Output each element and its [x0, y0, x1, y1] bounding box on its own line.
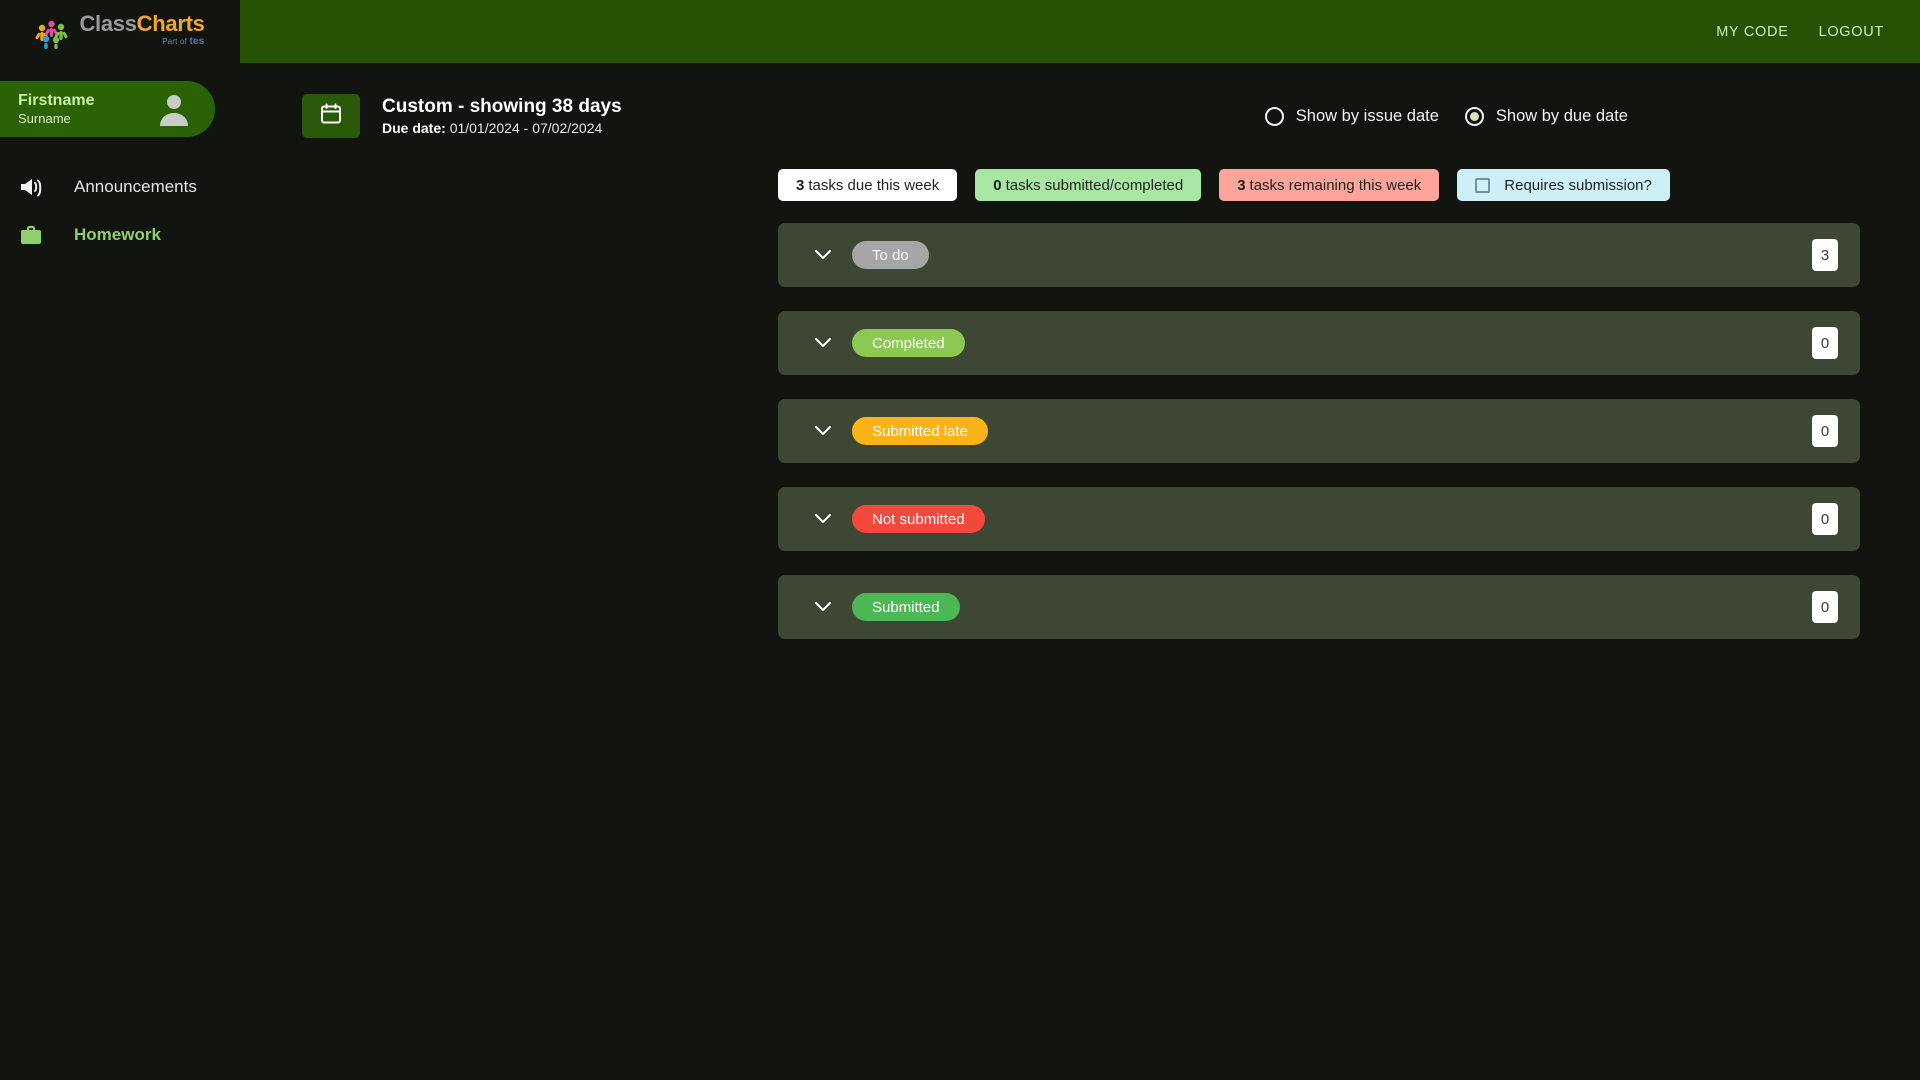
due-date-label: Due date:: [382, 120, 446, 137]
chevron-down-icon[interactable]: [812, 338, 834, 348]
sidebar: ClassCharts Part of tes Firstname Surnam…: [0, 0, 240, 1080]
status-badge: Completed: [852, 329, 965, 357]
status-badge: Not submitted: [852, 505, 985, 533]
logo-tagline-pre: Part of: [162, 36, 190, 46]
status-count: 0: [1812, 591, 1838, 623]
chevron-down-icon[interactable]: [812, 426, 834, 436]
user-firstname: Firstname: [18, 91, 95, 109]
accordion-row-completed[interactable]: Completed 0: [778, 311, 1860, 375]
accordion-row-submitted-late[interactable]: Submitted late 0: [778, 399, 1860, 463]
date-range-header: Custom - showing 38 days Due date: 01/01…: [240, 85, 1920, 147]
homework-content: Custom - showing 38 days Due date: 01/01…: [240, 63, 1920, 639]
logo-tagline-brand: tes: [189, 35, 205, 47]
sidebar-item-label: Announcements: [74, 177, 197, 196]
user-names: Firstname Surname: [18, 91, 94, 127]
logo-word-charts: Charts: [136, 10, 205, 36]
status-badge: Submitted late: [852, 417, 988, 445]
sidebar-item-announcements[interactable]: Announcements: [0, 163, 240, 211]
summary-pills: 3 tasks due this week 0 tasks submitted/…: [240, 147, 1920, 201]
requires-submission-toggle[interactable]: Requires submission?: [1457, 169, 1670, 201]
briefcase-icon: [14, 224, 48, 246]
chevron-down-icon[interactable]: [812, 514, 834, 524]
radio-show-by-due-date[interactable]: Show by due date: [1464, 106, 1628, 126]
due-date-line: Due date: 01/01/2024 - 07/02/2024: [382, 119, 622, 138]
status-badge: Submitted: [852, 593, 960, 621]
status-badge: To do: [852, 241, 929, 269]
pill-count: 3: [1237, 176, 1246, 194]
pill-label: tasks due this week: [808, 176, 940, 194]
accordion-row-to-do[interactable]: To do 3: [778, 223, 1860, 287]
app-root: ClassCharts Part of tes Firstname Surnam…: [0, 0, 1920, 1080]
radio-icon-unchecked: [1264, 106, 1284, 126]
status-count: 0: [1812, 503, 1838, 535]
range-title-block: Custom - showing 38 days Due date: 01/01…: [382, 94, 622, 139]
pill-count: 3: [796, 176, 805, 194]
my-code-link[interactable]: MY CODE: [1716, 24, 1788, 40]
logo-word-class: Class: [79, 10, 137, 36]
radio-label[interactable]: Show by issue date: [1296, 107, 1439, 126]
pill-tasks-remaining-this-week: 3 tasks remaining this week: [1219, 169, 1440, 201]
status-count: 0: [1812, 415, 1838, 447]
due-date-range: 01/01/2024 - 07/02/2024: [449, 120, 603, 137]
status-count: 0: [1812, 327, 1838, 359]
classcharts-logo-icon: [35, 19, 73, 49]
status-count: 3: [1812, 239, 1838, 271]
chevron-down-icon[interactable]: [812, 602, 834, 612]
pill-count: 0: [993, 176, 1002, 194]
status-accordion-list: To do 3 Completed 0 Submitted late 0 Not…: [240, 201, 1920, 639]
logo-tagline: Part of tes: [79, 35, 205, 47]
sidebar-item-homework[interactable]: Homework: [0, 211, 240, 259]
top-bar: MY CODE LOGOUT: [240, 0, 1920, 63]
sidebar-nav: Announcements Homework: [0, 163, 240, 259]
radio-label[interactable]: Show by due date: [1496, 107, 1628, 126]
avatar-icon: [157, 92, 191, 126]
view-mode-radios: Show by issue date Show by due date: [1264, 106, 1884, 126]
logo-wordmark: ClassCharts Part of tes: [79, 10, 205, 47]
page-title: Custom - showing 38 days: [382, 95, 622, 117]
requires-submission-label: Requires submission?: [1504, 176, 1652, 194]
radio-show-by-issue-date[interactable]: Show by issue date: [1264, 106, 1439, 126]
chevron-down-icon[interactable]: [812, 250, 834, 260]
user-profile-card[interactable]: Firstname Surname: [0, 81, 215, 137]
app-logo[interactable]: ClassCharts Part of tes: [0, 0, 240, 63]
user-surname: Surname: [18, 110, 71, 126]
main-area: MY CODE LOGOUT Custom - showing 38 days …: [240, 0, 1920, 1080]
pill-label: tasks submitted/completed: [1005, 176, 1184, 194]
accordion-row-not-submitted[interactable]: Not submitted 0: [778, 487, 1860, 551]
logout-link[interactable]: LOGOUT: [1819, 24, 1884, 40]
checkbox-icon[interactable]: [1475, 177, 1491, 193]
accordion-row-submitted[interactable]: Submitted 0: [778, 575, 1860, 639]
megaphone-icon: [14, 176, 48, 198]
pill-tasks-submitted-completed: 0 tasks submitted/completed: [975, 169, 1202, 201]
radio-icon-checked: [1464, 106, 1484, 126]
calendar-picker-button[interactable]: [302, 94, 360, 138]
sidebar-item-label: Homework: [74, 225, 161, 244]
calendar-icon: [320, 103, 342, 130]
pill-tasks-due-this-week: 3 tasks due this week: [778, 169, 958, 201]
pill-label: tasks remaining this week: [1249, 176, 1422, 194]
